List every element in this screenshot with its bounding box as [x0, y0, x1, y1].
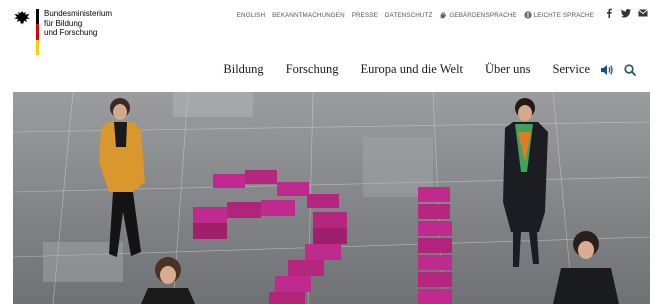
link-gebaerdensprache[interactable]: GEBÄRDENSPRACHE	[439, 11, 517, 19]
search-icon[interactable]	[624, 63, 636, 76]
link-leichte-sprache-label: LEICHTE SPRACHE	[533, 11, 594, 19]
nav-ueber-uns[interactable]: Über uns	[485, 62, 530, 77]
link-datenschutz[interactable]: DATENSCHUTZ	[385, 12, 433, 19]
ministry-name: Bundesministerium für Bildung und Forsch…	[44, 9, 124, 38]
ministry-name-line: Bundesministerium	[44, 9, 113, 18]
link-gebaerdensprache-label: GEBÄRDENSPRACHE	[449, 11, 517, 19]
national-flag-bar	[36, 9, 39, 55]
service-nav: ENGLISH BEKANNTMACHUNGEN PRESSE DATENSCH…	[237, 11, 594, 19]
ministry-name-line: und Forschung	[44, 28, 98, 37]
box-stack-right	[418, 187, 452, 304]
link-leichte-sprache[interactable]: LEICHTE SPRACHE	[524, 11, 594, 19]
ministry-logo[interactable]: Bundesministerium für Bildung und Forsch…	[13, 9, 124, 55]
main-nav: Bildung Forschung Europa und die Welt Üb…	[201, 62, 636, 77]
hero-image	[13, 92, 650, 304]
nav-bildung[interactable]: Bildung	[223, 62, 263, 77]
link-english[interactable]: ENGLISH	[237, 12, 265, 19]
twitter-icon[interactable]	[621, 8, 631, 18]
social-links	[604, 8, 648, 18]
facebook-icon[interactable]	[604, 8, 614, 18]
nav-service[interactable]: Service	[553, 62, 590, 77]
link-presse[interactable]: PRESSE	[352, 12, 378, 19]
easy-language-icon	[524, 11, 532, 19]
link-bekanntmachungen[interactable]: BEKANNTMACHUNGEN	[272, 12, 345, 19]
nav-forschung[interactable]: Forschung	[286, 62, 339, 77]
audio-icon[interactable]	[600, 64, 614, 76]
mail-icon[interactable]	[638, 8, 648, 18]
nav-europa-und-die-welt[interactable]: Europa und die Welt	[360, 62, 463, 77]
ministry-name-line: für Bildung	[44, 18, 83, 28]
eagle-icon	[14, 11, 30, 25]
sign-language-icon	[441, 11, 447, 19]
site-header: Bundesministerium für Bildung und Forsch…	[0, 0, 660, 92]
